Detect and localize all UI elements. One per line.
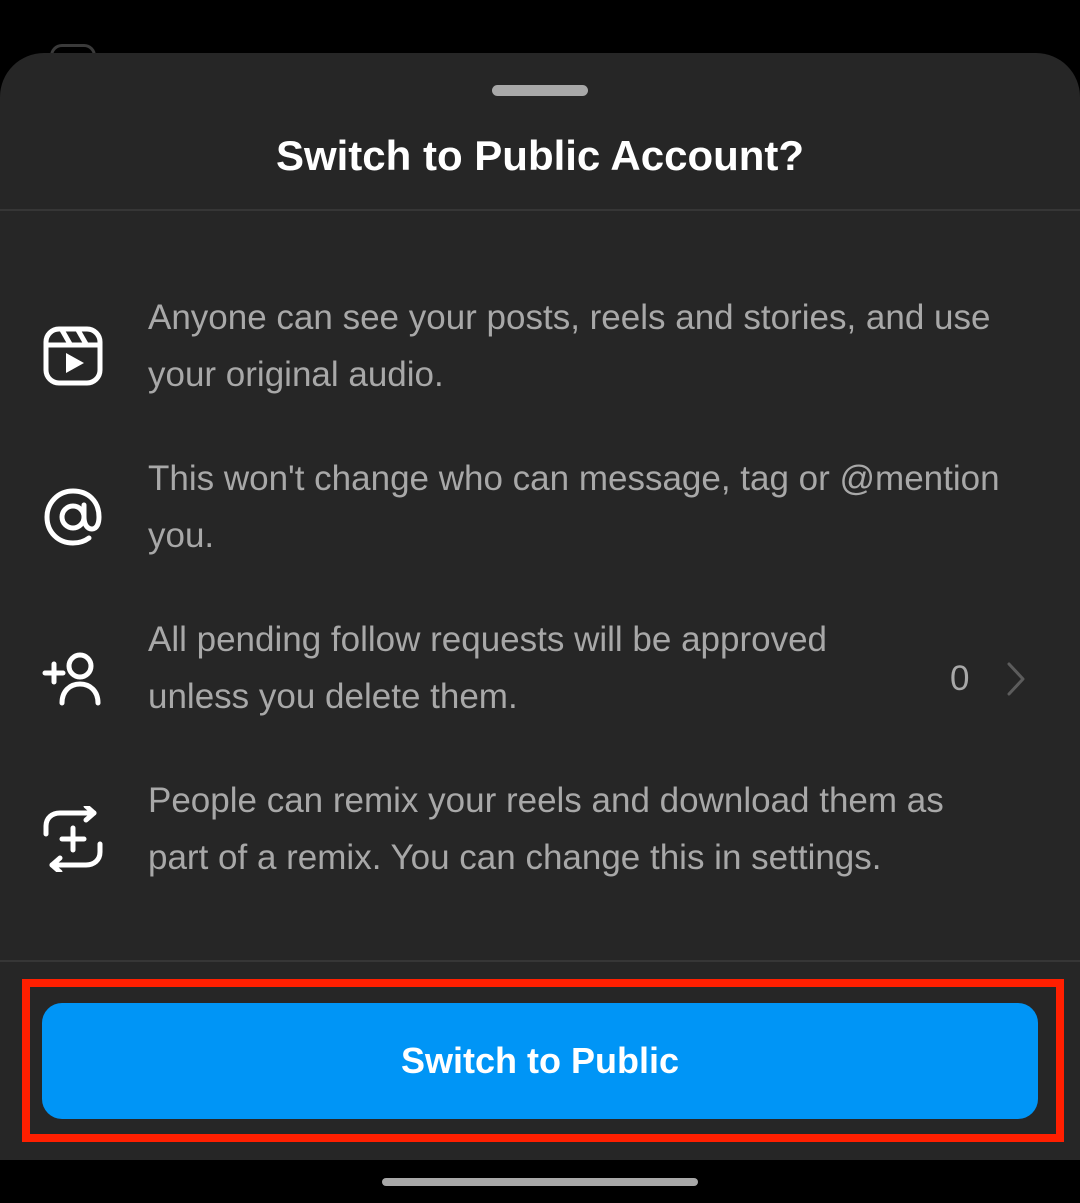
chevron-right-icon — [1004, 659, 1028, 699]
reels-icon — [40, 323, 106, 389]
info-line: This won't change who can message, tag o… — [148, 459, 1000, 498]
info-row-messaging: This won't change who can message, tag o… — [0, 450, 1080, 590]
follow-requests-row[interactable]: All pending follow requests will be appr… — [0, 611, 1080, 751]
info-line: Anyone can see your posts, reels and sto… — [148, 298, 991, 337]
header-divider — [0, 209, 1080, 211]
info-line: your original audio. — [148, 355, 444, 394]
info-line: part of a remix. You can change this in … — [148, 838, 882, 877]
info-text: All pending follow requests will be appr… — [148, 611, 827, 725]
info-line: All pending follow requests will be appr… — [148, 620, 828, 659]
info-row-remix: People can remix your reels and download… — [0, 772, 1080, 912]
switch-to-public-button[interactable]: Switch to Public — [42, 1003, 1038, 1119]
footer-divider — [0, 960, 1080, 962]
info-line: unless you delete them. — [148, 677, 518, 716]
remix-icon — [40, 806, 106, 872]
info-text: This won't change who can message, tag o… — [148, 450, 1000, 564]
sheet-drag-handle[interactable] — [492, 85, 588, 96]
add-person-icon — [40, 645, 106, 711]
sheet-title: Switch to Public Account? — [275, 132, 805, 179]
home-indicator[interactable] — [382, 1178, 698, 1186]
info-text: Anyone can see your posts, reels and sto… — [148, 289, 990, 403]
info-line: you. — [148, 516, 215, 555]
info-line: People can remix your reels and download… — [148, 781, 944, 820]
pending-requests-count: 0 — [950, 659, 970, 698]
info-text: People can remix your reels and download… — [148, 772, 944, 886]
at-mention-icon — [40, 484, 106, 550]
info-row-visibility: Anyone can see your posts, reels and sto… — [0, 289, 1080, 429]
